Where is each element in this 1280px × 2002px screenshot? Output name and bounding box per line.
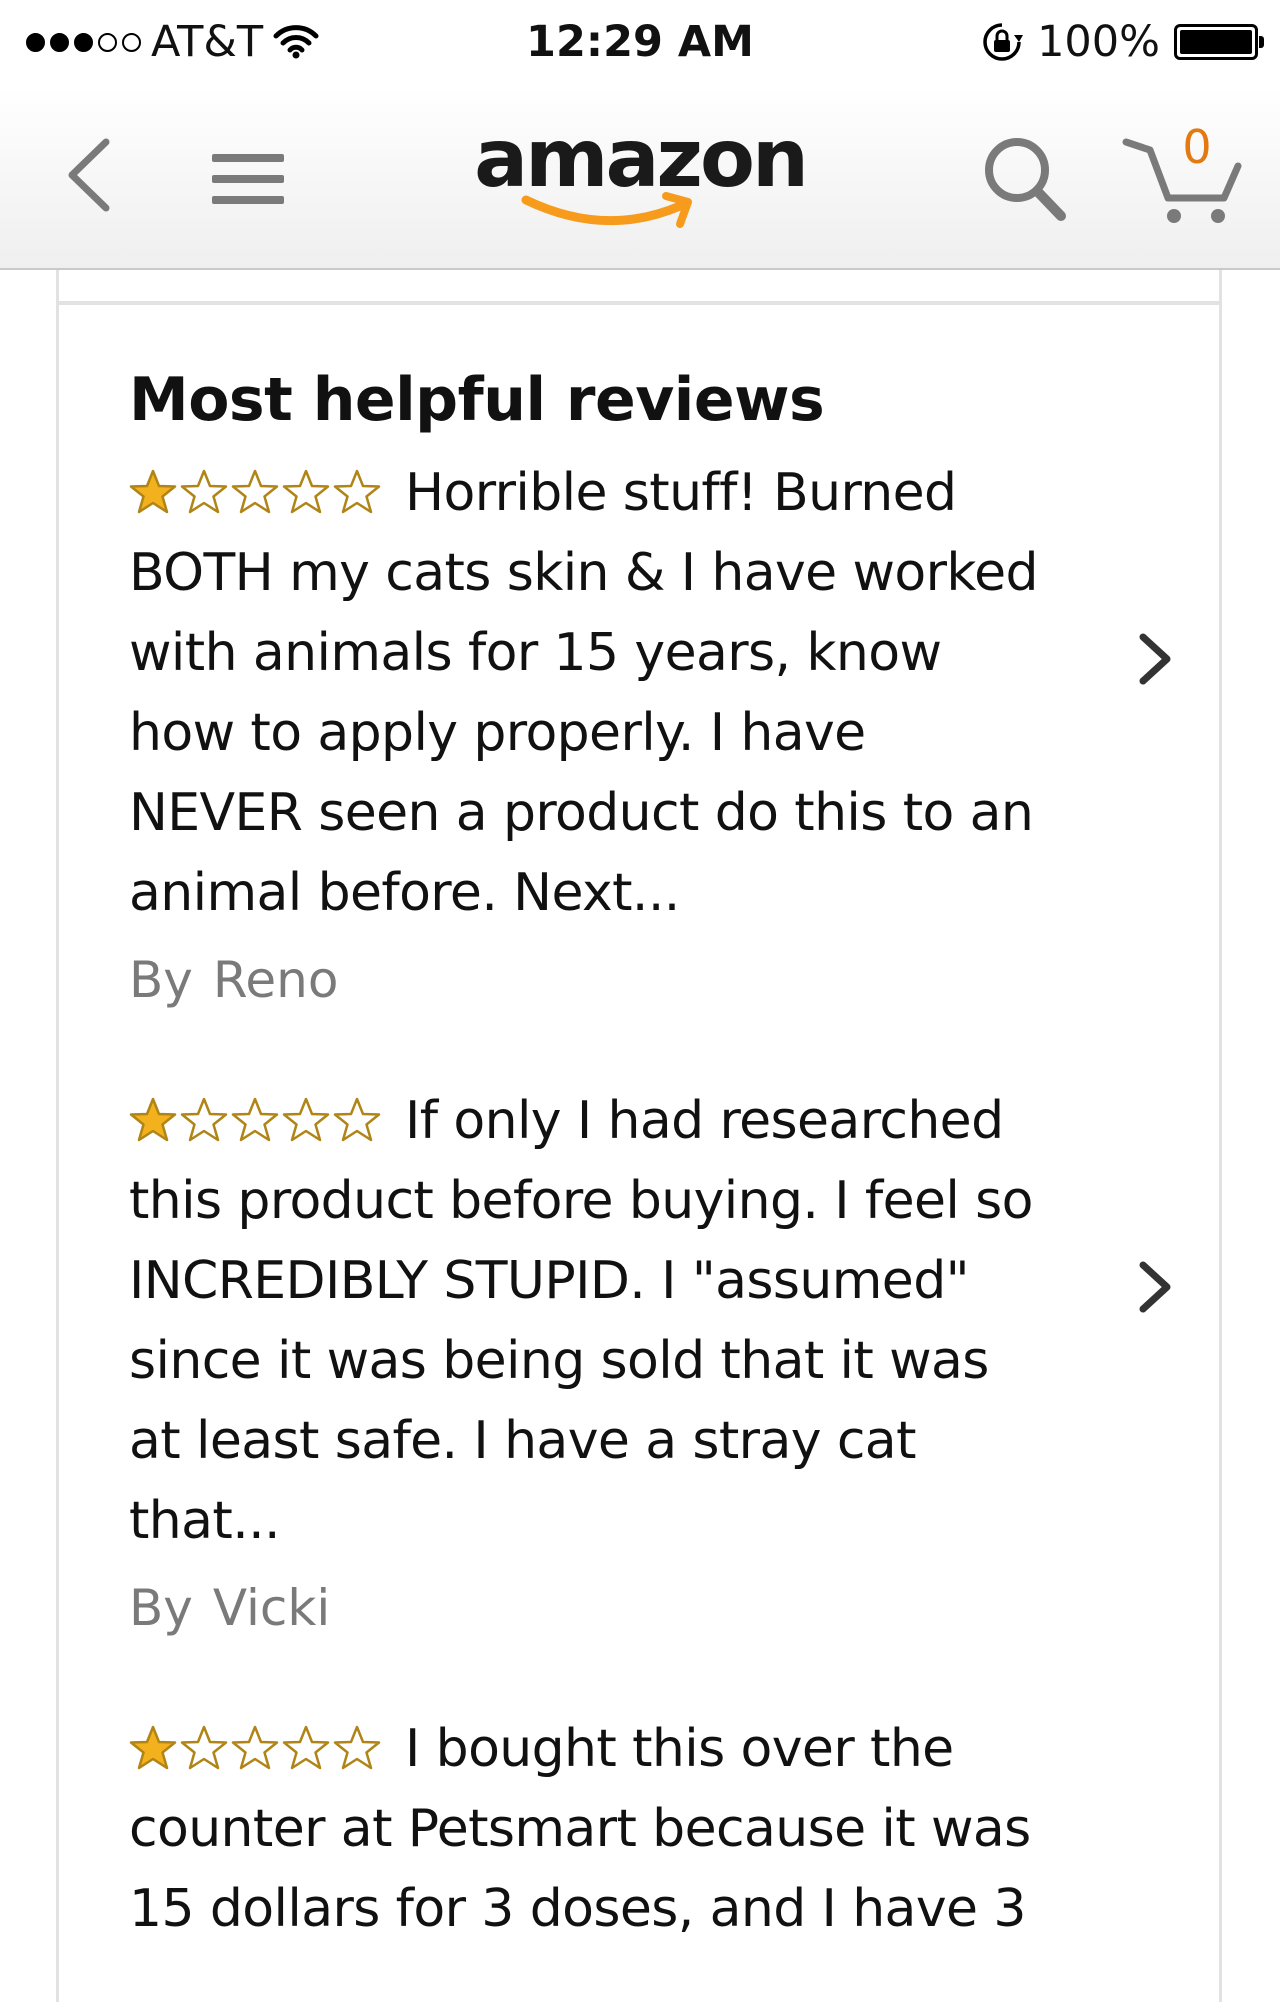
battery-icon [1174,24,1264,60]
star-empty-icon [231,469,279,514]
search-button[interactable] [975,126,1075,226]
reviewer-name: Reno [212,951,339,1009]
chevron-right-icon [1139,1261,1171,1313]
chevron-left-icon [68,138,110,212]
star-empty-icon [282,469,330,514]
star-filled-icon [129,1097,177,1142]
nav-bar: amazon 0 [0,86,1280,270]
star-empty-icon [180,469,228,514]
reviewer-line: By Vicki [129,1579,1179,1637]
battery-percent: 100% [1037,17,1160,67]
by-label: By [129,1579,193,1637]
star-empty-icon [231,1725,279,1770]
previous-card-edge [56,270,1222,304]
rotation-lock-icon [983,23,1024,61]
status-bar: AT&T 12:29 AM 100% [0,0,1280,86]
star-empty-icon [231,1097,279,1142]
review-item[interactable]: If only I had researched this product be… [129,1081,1179,1637]
star-rating [129,468,381,516]
cart-button[interactable]: 0 [1122,120,1252,230]
star-empty-icon [180,1097,228,1142]
star-filled-icon [129,469,177,514]
review-body: Horrible stuff! Burned BOTH my cats skin… [129,453,1049,933]
review-item[interactable]: Horrible stuff! Burned BOTH my cats skin… [129,453,1179,1009]
star-rating [129,1724,381,1772]
review-body: If only I had researched this product be… [129,1081,1049,1561]
hamburger-menu-icon [212,154,284,204]
by-label: By [129,951,193,1009]
review-text: Horrible stuff! Burned BOTH my cats skin… [129,463,1038,923]
star-empty-icon [282,1097,330,1142]
section-title: Most helpful reviews [129,365,825,435]
status-right: 100% [981,14,1264,70]
amazon-smile-icon [521,192,692,228]
amazon-logo[interactable]: amazon [470,108,810,238]
review-item[interactable]: I bought this over the counter at Petsma… [129,1709,1179,1949]
star-empty-icon [333,1725,381,1770]
review-text: If only I had researched this product be… [129,1091,1033,1551]
star-rating [129,1096,381,1144]
reviewer-name: Vicki [212,1579,331,1637]
star-empty-icon [180,1725,228,1770]
star-filled-icon [129,1725,177,1770]
review-body: I bought this over the counter at Petsma… [129,1709,1049,1949]
menu-button[interactable] [208,134,288,224]
star-empty-icon [333,469,381,514]
reviewer-line: By Reno [129,951,1179,1009]
chevron-right-icon [1139,633,1171,685]
search-icon [985,138,1066,221]
back-button[interactable] [58,130,118,220]
reviews-card: Most helpful reviews Horrible stuff! Bur… [56,302,1222,2002]
star-empty-icon [333,1097,381,1142]
cart-count-badge: 0 [1182,120,1212,174]
star-empty-icon [282,1725,330,1770]
